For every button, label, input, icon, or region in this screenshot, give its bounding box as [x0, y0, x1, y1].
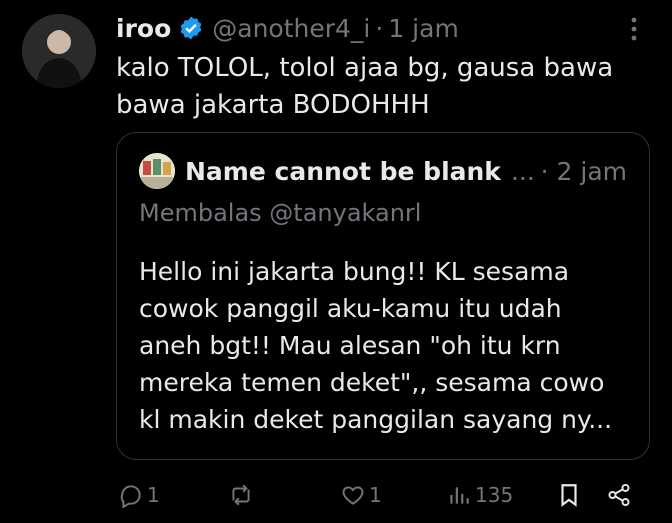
author-handle[interactable]: @another4_i	[212, 14, 370, 43]
quoted-text: Hello ini jakarta bung!! KL sesama cowok…	[139, 257, 613, 434]
avatar[interactable]	[22, 14, 96, 88]
verified-badge-icon	[178, 15, 204, 41]
repost-button[interactable]	[228, 478, 257, 512]
share-icon	[608, 483, 630, 507]
views-button[interactable]: 135	[446, 478, 513, 512]
action-bar: 1 1 135	[116, 478, 646, 512]
reply-context: Membalas @tanyakanrl	[139, 199, 422, 227]
reply-icon	[120, 485, 141, 508]
bookmark-button[interactable]	[556, 478, 582, 512]
like-count: 1	[369, 483, 382, 507]
quoted-avatar	[139, 153, 175, 189]
author-name[interactable]: iroo	[116, 14, 171, 43]
tweet-text: kalo TOLOL, tolol ajaa bg, gausa bawa ba…	[116, 53, 614, 120]
more-icon[interactable]	[624, 14, 644, 44]
tweet-time[interactable]: 1 jam	[388, 14, 458, 43]
views-icon	[450, 487, 469, 504]
like-button[interactable]: 1	[340, 478, 382, 512]
separator-dot: ·	[375, 13, 384, 43]
quoted-time: · 2 jam	[540, 156, 627, 186]
tweet-header: iroo @another4_i · 1 jam	[116, 10, 459, 46]
like-icon	[342, 486, 364, 505]
quoted-tweet[interactable]: Name cannot be blank ... · 2 jam Membala…	[116, 132, 650, 460]
quoted-header: Name cannot be blank ... · 2 jam	[139, 153, 627, 189]
quoted-name-ellipsis: ...	[510, 156, 535, 186]
bookmark-icon	[561, 484, 577, 507]
quoted-author-name: Name cannot be blank	[185, 156, 501, 186]
share-button[interactable]	[606, 478, 632, 512]
reply-button[interactable]: 1	[118, 478, 160, 512]
views-count: 135	[475, 483, 514, 507]
repost-icon	[232, 484, 250, 506]
reply-count: 1	[147, 483, 160, 507]
